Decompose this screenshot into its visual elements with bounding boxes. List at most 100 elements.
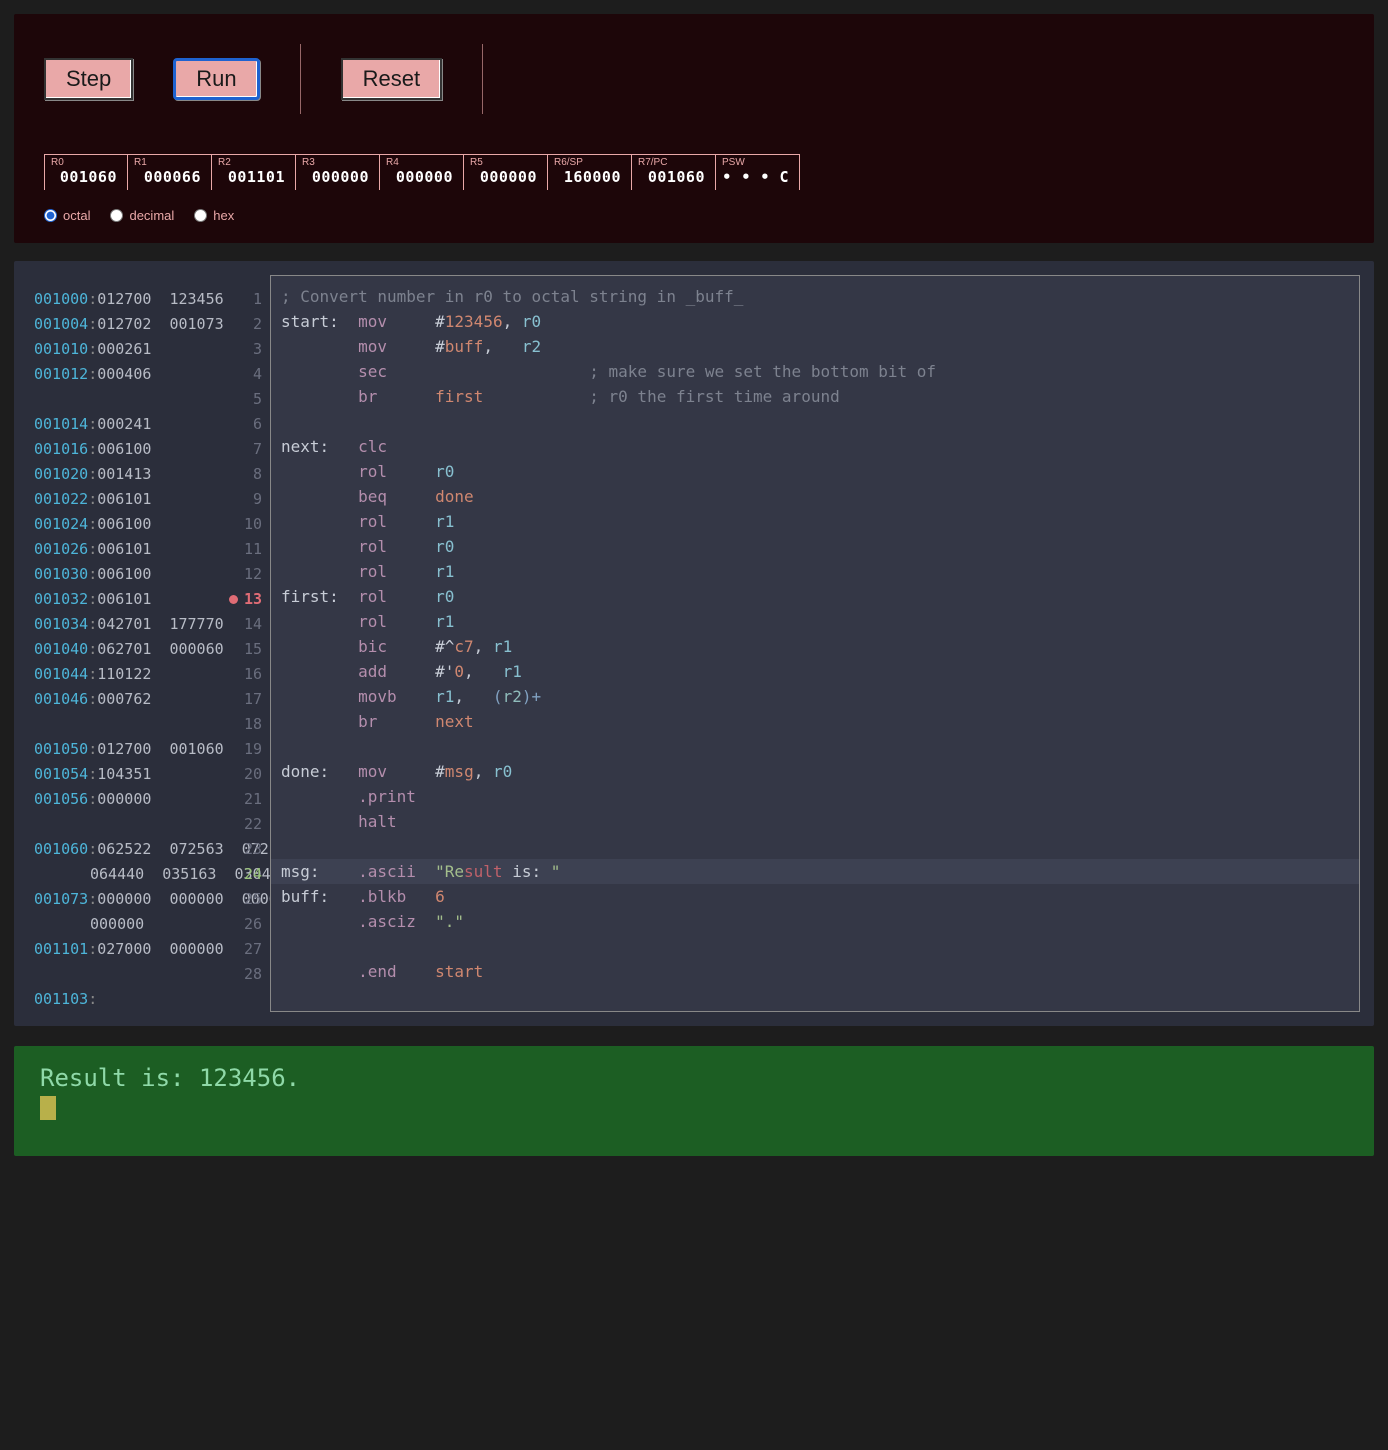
source-line[interactable]: buff: .blkb 6 (281, 884, 1349, 909)
source-line[interactable]: halt (281, 809, 1349, 834)
lineno[interactable]: 24 (224, 862, 262, 887)
register-value: 001060 (51, 168, 117, 186)
source-line[interactable]: br next (281, 709, 1349, 734)
source-line[interactable]: rol r0 (281, 459, 1349, 484)
lineno[interactable]: 28 (224, 962, 262, 987)
source-line[interactable] (281, 734, 1349, 759)
register-r5: R5000000 (464, 154, 548, 190)
lineno[interactable]: 19 (224, 737, 262, 762)
step-button[interactable]: Step (44, 58, 133, 100)
control-panel: Step Run Reset R0001060 R1000066 R2001101 R… (14, 14, 1374, 243)
lineno[interactable]: 27 (224, 937, 262, 962)
lineno[interactable]: 18 (224, 712, 262, 737)
lineno[interactable]: 1 (224, 287, 262, 312)
lineno[interactable]: 9 (224, 487, 262, 512)
radix-radio-decimal[interactable] (110, 209, 123, 222)
memory-row: 001060:062522 072563 072154 (34, 837, 224, 862)
source-line[interactable]: movb r1, (r2)+ (281, 684, 1349, 709)
memory-row: 001103: (34, 987, 224, 1012)
radix-option-octal[interactable]: octal (44, 208, 90, 223)
memory-values: 012702 001073 (97, 315, 223, 333)
run-button[interactable]: Run (173, 58, 259, 100)
source-line[interactable]: rol r1 (281, 509, 1349, 534)
radix-label: hex (213, 208, 234, 223)
lineno[interactable]: 16 (224, 662, 262, 687)
memory-row: 001004:012702 001073 (34, 312, 224, 337)
memory-values: 027000 000000 (97, 940, 223, 958)
memory-addr: 001060 (34, 840, 88, 858)
radix-option-hex[interactable]: hex (194, 208, 234, 223)
register-r0: R0001060 (44, 154, 128, 190)
lineno[interactable]: 8 (224, 462, 262, 487)
memory-values: 000406 (97, 365, 151, 383)
memory-addr: 001040 (34, 640, 88, 658)
source-line[interactable]: done: mov #msg, r0 (281, 759, 1349, 784)
lineno[interactable]: 17 (224, 687, 262, 712)
source-line[interactable]: rol r1 (281, 609, 1349, 634)
register-value: 000066 (134, 168, 201, 186)
memory-addr: 001010 (34, 340, 88, 358)
source-column[interactable]: ; Convert number in r0 to octal string i… (270, 275, 1360, 1012)
source-line[interactable]: msg: .ascii "Result is: " (271, 859, 1359, 884)
source-line[interactable]: bic #^c7, r1 (281, 634, 1349, 659)
source-line[interactable]: start: mov #123456, r0 (281, 309, 1349, 334)
memory-row: 001050:012700 001060 (34, 737, 224, 762)
reset-button[interactable]: Reset (341, 58, 442, 100)
source-line[interactable]: .asciz "." (281, 909, 1349, 934)
lineno[interactable]: 3 (224, 337, 262, 362)
radix-radio-octal[interactable] (44, 209, 57, 222)
lineno[interactable]: 26 (224, 912, 262, 937)
radix-label: decimal (129, 208, 174, 223)
register-value: 160000 (554, 168, 621, 186)
source-line[interactable] (281, 409, 1349, 434)
lineno[interactable]: 14 (224, 612, 262, 637)
memory-addr: 001004 (34, 315, 88, 333)
lineno[interactable]: 20 (224, 762, 262, 787)
memory-values: 006100 (97, 515, 151, 533)
lineno[interactable]: 13 (224, 587, 262, 612)
source-line[interactable] (281, 934, 1349, 959)
source-line[interactable]: ; Convert number in r0 to octal string i… (281, 284, 1349, 309)
register-row: R0001060R1000066R2001101R3000000R4000000… (44, 154, 1344, 190)
lineno[interactable]: 21 (224, 787, 262, 812)
lineno[interactable]: 11 (224, 537, 262, 562)
breakpoint-icon[interactable] (229, 595, 238, 604)
register-label: R1 (134, 157, 201, 168)
memory-row: 001012:000406 (34, 362, 224, 387)
lineno[interactable]: 5 (224, 387, 262, 412)
source-line[interactable]: add #'0, r1 (281, 659, 1349, 684)
lineno[interactable]: 10 (224, 512, 262, 537)
lineno[interactable]: 15 (224, 637, 262, 662)
memory-row: 001024:006100 (34, 512, 224, 537)
memory-values: 006101 (97, 490, 151, 508)
source-line[interactable]: beq done (281, 484, 1349, 509)
memory-values: 000762 (97, 690, 151, 708)
source-line[interactable]: sec ; make sure we set the bottom bit of (281, 359, 1349, 384)
source-line[interactable]: mov #buff, r2 (281, 334, 1349, 359)
lineno[interactable]: 7 (224, 437, 262, 462)
memory-values: 000261 (97, 340, 151, 358)
memory-addr: 001054 (34, 765, 88, 783)
lineno[interactable]: 2 (224, 312, 262, 337)
lineno[interactable]: 23 (224, 837, 262, 862)
radix-option-decimal[interactable]: decimal (110, 208, 174, 223)
source-line[interactable]: next: clc (281, 434, 1349, 459)
source-line[interactable]: .print (281, 784, 1349, 809)
lineno[interactable]: 4 (224, 362, 262, 387)
source-line[interactable]: rol r1 (281, 559, 1349, 584)
register-r2: R2001101 (212, 154, 296, 190)
source-line[interactable]: .end start (281, 959, 1349, 984)
register-label: R3 (302, 157, 369, 168)
source-line[interactable]: rol r0 (281, 534, 1349, 559)
register-psw: PSW• • • C (716, 154, 800, 190)
lineno[interactable]: 12 (224, 562, 262, 587)
lineno[interactable]: 25 (224, 887, 262, 912)
lineno[interactable]: 22 (224, 812, 262, 837)
source-line[interactable] (281, 834, 1349, 859)
memory-row: 001016:006100 (34, 437, 224, 462)
source-line[interactable]: br first ; r0 the first time around (281, 384, 1349, 409)
radix-radio-hex[interactable] (194, 209, 207, 222)
source-line[interactable]: first: rol r0 (281, 584, 1349, 609)
lineno[interactable]: 6 (224, 412, 262, 437)
lineno-column: 1234567891011121314151617181920212223242… (224, 275, 270, 1012)
